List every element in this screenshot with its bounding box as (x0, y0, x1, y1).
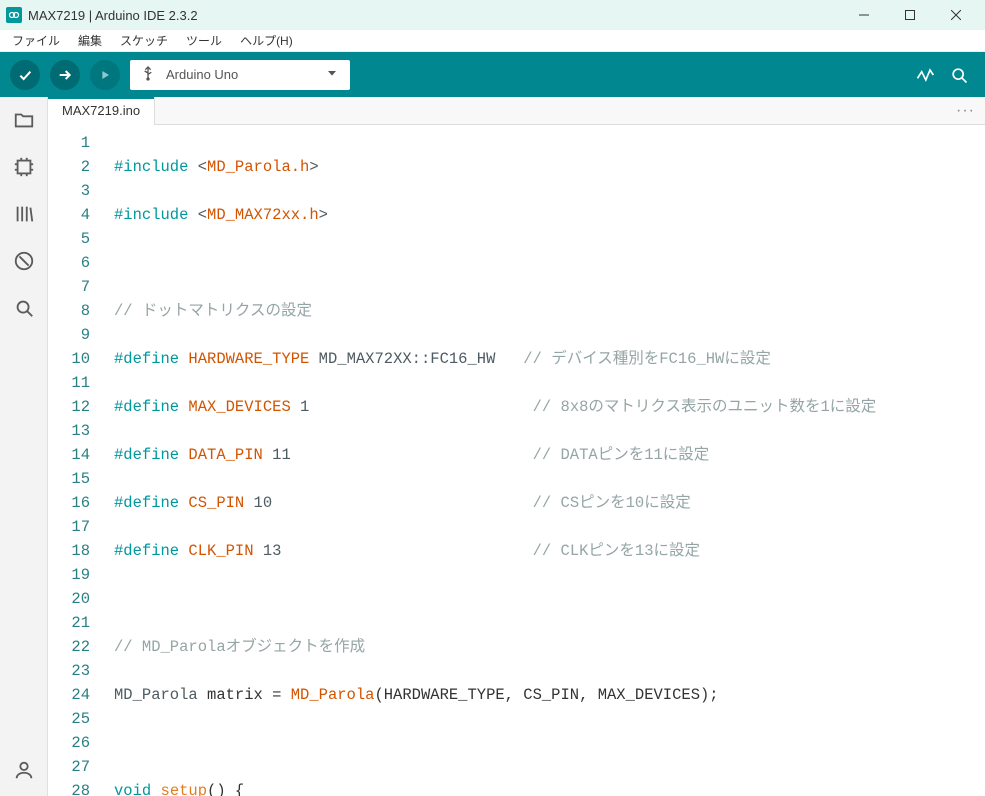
board-name: Arduino Uno (166, 67, 238, 82)
close-button[interactable] (933, 0, 979, 30)
menu-file[interactable]: ファイル (4, 30, 68, 51)
menubar: ファイル 編集 スケッチ ツール ヘルプ(H) (0, 30, 985, 52)
tabbar: MAX7219.ino ··· (48, 97, 985, 125)
library-manager-button[interactable] (13, 203, 35, 228)
code-content[interactable]: #include <MD_Parola.h> #include <MD_MAX7… (104, 125, 985, 796)
line-gutter: 1234567891011121314151617181920212223242… (48, 125, 104, 796)
arduino-icon (6, 7, 22, 23)
window-title: MAX7219 | Arduino IDE 2.3.2 (28, 8, 198, 23)
board-selector[interactable]: Arduino Uno (130, 60, 350, 90)
tab-label: MAX7219.ino (62, 103, 140, 118)
minimize-button[interactable] (841, 0, 887, 30)
upload-button[interactable] (50, 60, 80, 90)
activity-bar (0, 97, 48, 796)
titlebar: MAX7219 | Arduino IDE 2.3.2 (0, 0, 985, 30)
sketchbook-button[interactable] (13, 109, 35, 134)
chevron-down-icon (324, 65, 340, 84)
debug-button[interactable] (90, 60, 120, 90)
boards-manager-button[interactable] (13, 156, 35, 181)
tab-overflow-button[interactable]: ··· (956, 102, 975, 120)
tab-active[interactable]: MAX7219.ino (48, 97, 155, 125)
code-editor[interactable]: 1234567891011121314151617181920212223242… (48, 125, 985, 796)
menu-help[interactable]: ヘルプ(H) (232, 30, 301, 51)
usb-icon (140, 65, 156, 84)
serial-plotter-button[interactable] (915, 65, 935, 85)
verify-button[interactable] (10, 60, 40, 90)
maximize-button[interactable] (887, 0, 933, 30)
menu-tools[interactable]: ツール (178, 30, 230, 51)
toolbar: Arduino Uno (0, 52, 985, 97)
menu-edit[interactable]: 編集 (70, 30, 110, 51)
account-button[interactable] (13, 759, 35, 784)
menu-sketch[interactable]: スケッチ (112, 30, 176, 51)
search-button[interactable] (13, 297, 35, 322)
debug-rail-button[interactable] (13, 250, 35, 275)
serial-monitor-button[interactable] (949, 65, 969, 85)
